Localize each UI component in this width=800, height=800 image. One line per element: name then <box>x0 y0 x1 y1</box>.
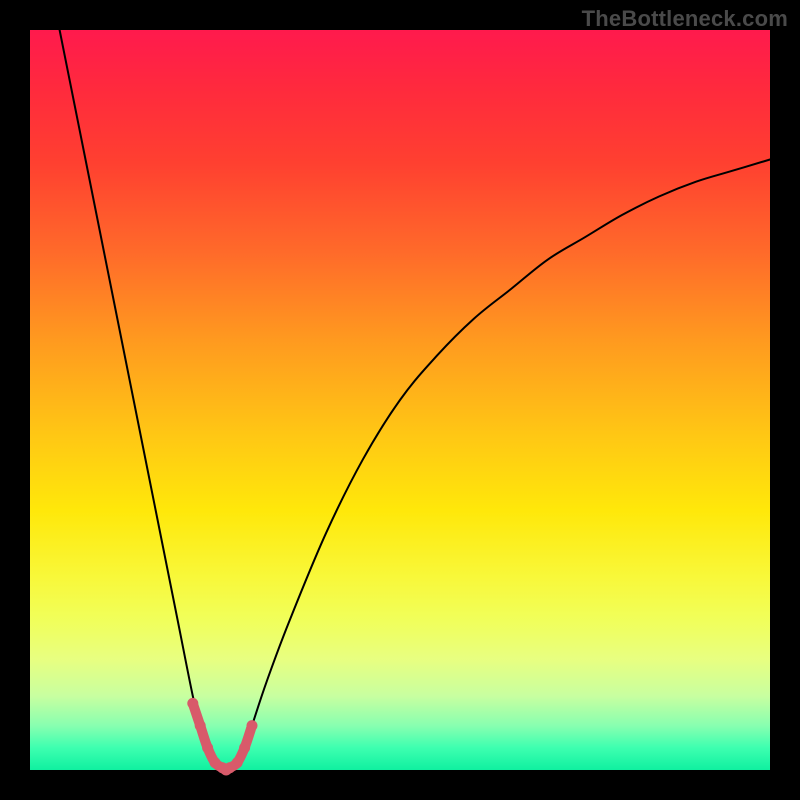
chart-container: TheBottleneck.com <box>0 0 800 800</box>
curve-layer <box>30 30 770 770</box>
series-valley-highlight-dot <box>247 720 258 731</box>
series-valley-highlight-dot <box>239 742 250 753</box>
plot-area <box>30 30 770 770</box>
series-valley-highlight-dot <box>187 698 198 709</box>
series-valley-highlight-dot <box>195 720 206 731</box>
series-valley-highlight-dot <box>232 757 243 768</box>
series-right-curve <box>230 160 770 771</box>
series-valley-highlight-dot <box>202 742 213 753</box>
series-valley-highlight <box>193 703 252 770</box>
watermark-text: TheBottleneck.com <box>582 6 788 32</box>
series-left-curve <box>60 30 223 770</box>
